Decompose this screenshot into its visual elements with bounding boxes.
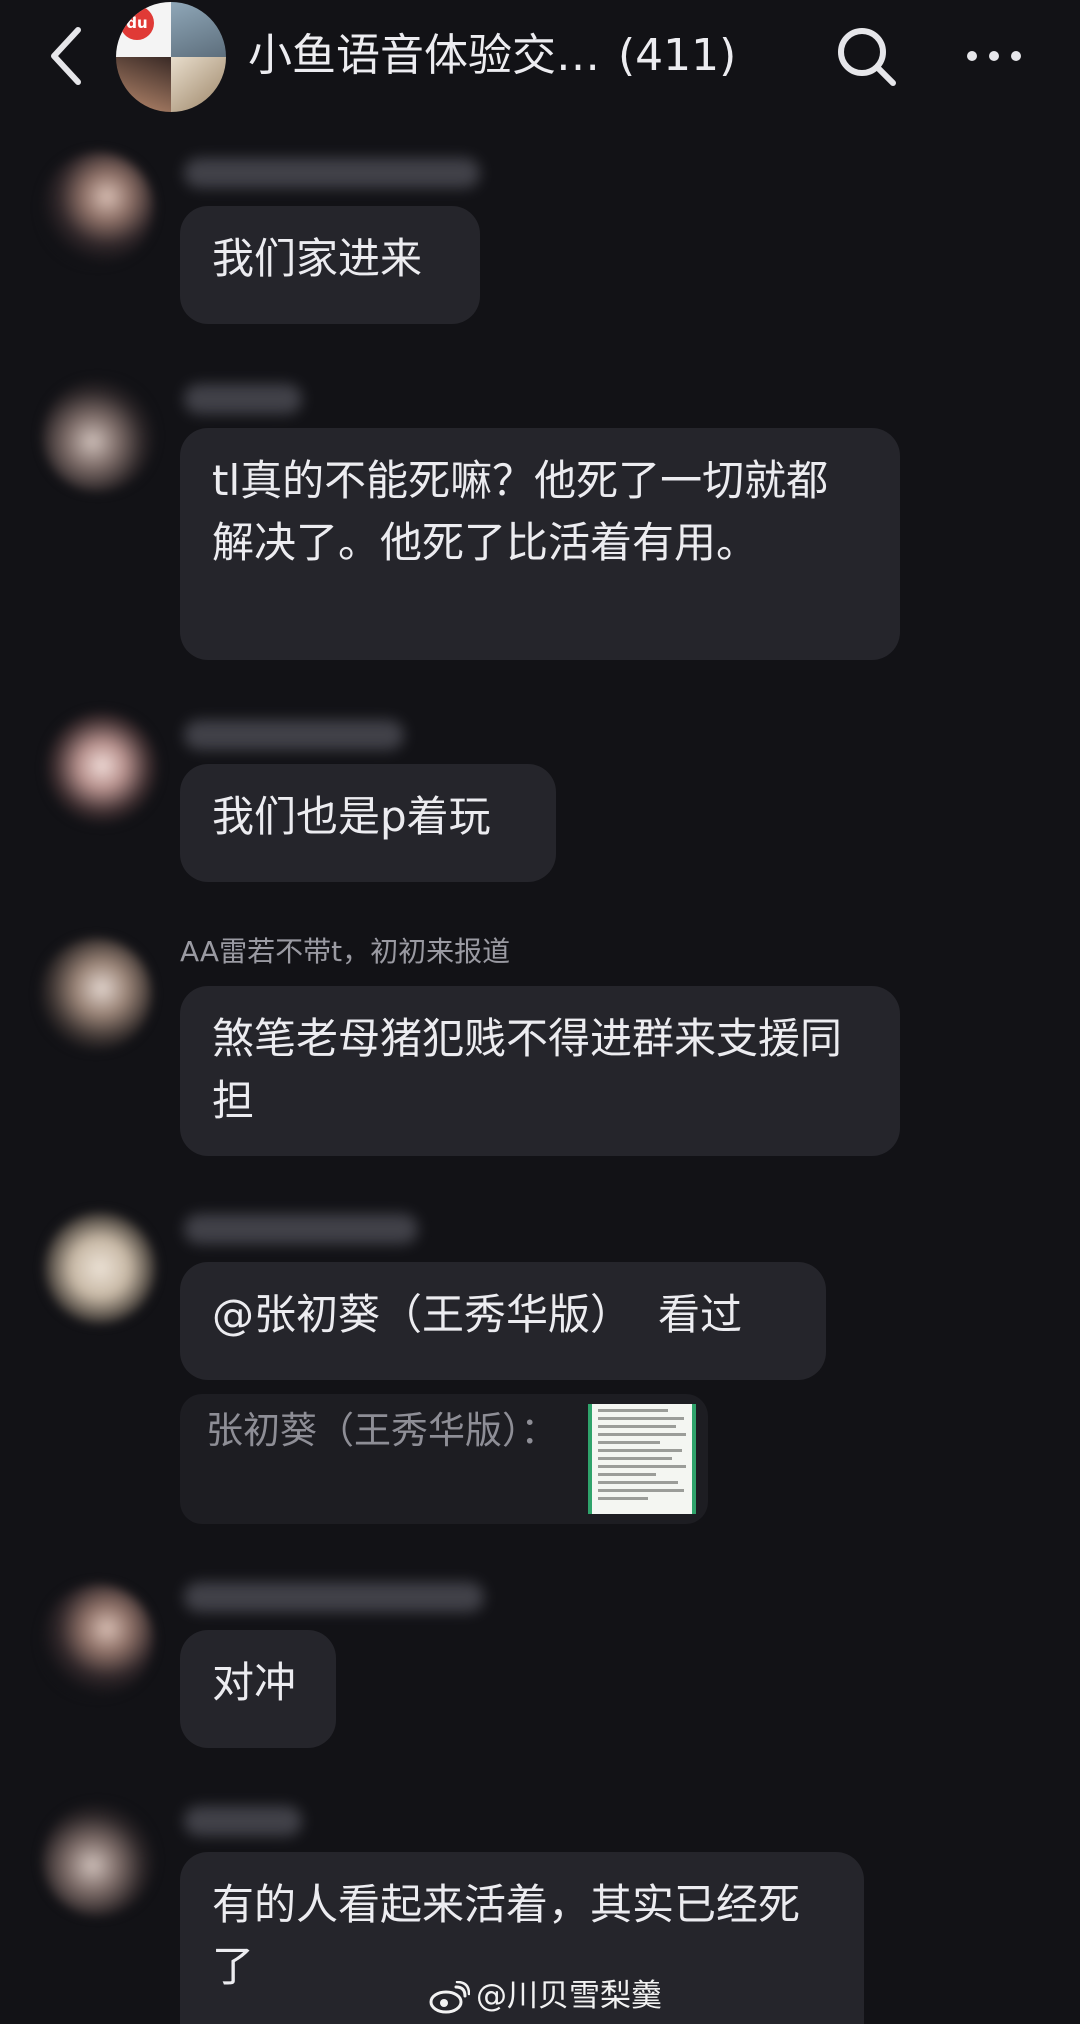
avatar[interactable] xyxy=(44,1212,156,1324)
message-bubble[interactable]: 我们家进来 xyxy=(180,206,480,324)
sender-name-blurred xyxy=(184,1806,302,1836)
search-button[interactable] xyxy=(832,22,900,90)
search-icon xyxy=(838,28,896,86)
quoted-image-thumbnail[interactable] xyxy=(588,1404,696,1514)
quoted-sender: 张初葵（王秀华版）： xyxy=(206,1409,558,1452)
group-avatar[interactable]: du xyxy=(116,2,226,112)
quoted-message[interactable]: 张初葵（王秀华版）： xyxy=(180,1394,708,1524)
back-button[interactable] xyxy=(40,20,96,92)
group-avatar-tile-2 xyxy=(171,2,226,57)
group-avatar-tile-1: du xyxy=(116,2,171,57)
message-text: 煞笔老母猪犯贱不得进群来支援同担 xyxy=(212,1014,843,1125)
member-count: (411) xyxy=(618,30,737,81)
sender-name-blurred xyxy=(184,158,480,188)
message-bubble[interactable]: tl真的不能死嘛？他死了一切就都解决了。他死了比活着有用。 xyxy=(180,428,900,660)
avatar[interactable] xyxy=(46,712,158,824)
chat-header: du 小鱼语音体验交… (411) xyxy=(0,0,1080,112)
back-arrow-icon xyxy=(51,27,81,85)
sender-name-blurred xyxy=(184,384,302,414)
more-button[interactable] xyxy=(962,30,1026,82)
message-bubble[interactable]: @张初葵（王秀华版） 看过 xyxy=(180,1262,826,1380)
sender-name-blurred xyxy=(184,1214,418,1244)
baidu-logo: du xyxy=(120,6,154,40)
sender-name: AA雷若不带t，初初来报道 xyxy=(180,935,511,968)
message-text: tl真的不能死嘛？他死了一切就都解决了。他死了比活着有用。 xyxy=(212,456,829,567)
watermark: @川贝雪梨羹 xyxy=(428,1976,662,2016)
message-text: 有的人看起来活着，其实已经死了 xyxy=(212,1880,801,1991)
message-text: 我们家进来 xyxy=(212,234,423,283)
group-name: 小鱼语音体验交… xyxy=(248,30,600,81)
avatar[interactable] xyxy=(42,1804,154,1916)
sender-name-blurred xyxy=(184,1582,484,1612)
group-avatar-tile-3 xyxy=(116,57,171,112)
weibo-logo-icon xyxy=(429,1980,471,2013)
message-text: 对冲 xyxy=(212,1658,297,1707)
watermark-text: @川贝雪梨羹 xyxy=(476,1978,662,2014)
avatar[interactable] xyxy=(42,152,154,264)
message-bubble[interactable]: 我们也是p着玩 xyxy=(180,764,556,882)
message-bubble[interactable]: 对冲 xyxy=(180,1630,336,1748)
message-bubble[interactable]: 煞笔老母猪犯贱不得进群来支援同担 xyxy=(180,986,900,1156)
group-avatar-tile-4 xyxy=(171,57,226,112)
avatar[interactable] xyxy=(40,938,152,1050)
mention-link[interactable]: @张初葵（王秀华版） xyxy=(212,1290,632,1339)
sender-name-blurred xyxy=(184,720,404,750)
chat-title[interactable]: 小鱼语音体验交… (411) xyxy=(248,24,736,88)
message-text: 看过 xyxy=(658,1290,743,1339)
avatar[interactable] xyxy=(42,1584,154,1696)
message-text: 我们也是p着玩 xyxy=(212,792,491,841)
more-icon xyxy=(967,51,1021,61)
avatar[interactable] xyxy=(42,380,154,492)
